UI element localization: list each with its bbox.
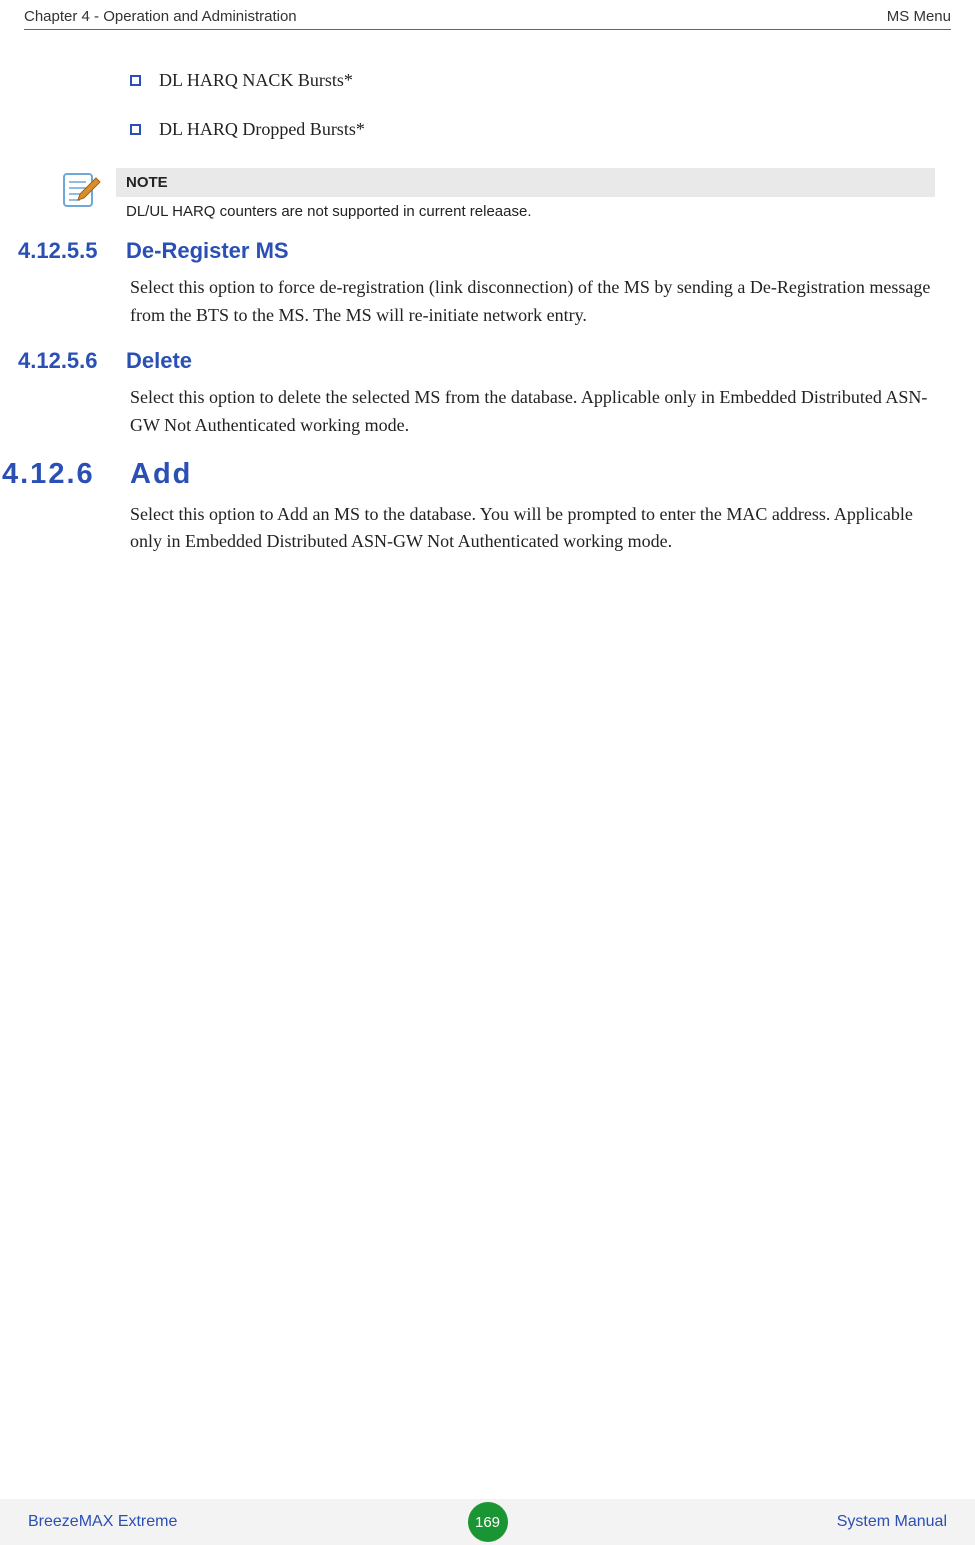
section-title: Add bbox=[130, 458, 192, 491]
bullet-square-icon bbox=[130, 124, 141, 135]
page-content: DL HARQ NACK Bursts* DL HARQ Dropped Bur… bbox=[0, 30, 975, 556]
section-heading-large: 4.12.6 Add bbox=[40, 458, 935, 491]
note-title: NOTE bbox=[116, 168, 935, 197]
note-text: NOTE DL/UL HARQ counters are not support… bbox=[116, 168, 935, 220]
page-number-badge: 169 bbox=[468, 1502, 508, 1542]
bullet-square-icon bbox=[130, 75, 141, 86]
section-title: Delete bbox=[126, 348, 192, 374]
bullet-text: DL HARQ NACK Bursts* bbox=[159, 70, 353, 91]
section-body: Select this option to force de-registrat… bbox=[130, 274, 935, 330]
section-number: 4.12.6 bbox=[2, 458, 130, 491]
bullet-text: DL HARQ Dropped Bursts* bbox=[159, 119, 365, 140]
bullet-item: DL HARQ NACK Bursts* bbox=[130, 70, 935, 91]
footer-right: System Manual bbox=[837, 1513, 947, 1531]
footer-left: BreezeMAX Extreme bbox=[28, 1513, 177, 1531]
page-footer: BreezeMAX Extreme 169 System Manual bbox=[0, 1499, 975, 1545]
note-pencil-icon bbox=[60, 168, 102, 210]
note-body: DL/UL HARQ counters are not supported in… bbox=[116, 197, 935, 220]
section-heading: 4.12.5.6 Delete bbox=[40, 348, 935, 374]
section-heading: 4.12.5.5 De-Register MS bbox=[40, 238, 935, 264]
section-body: Select this option to Add an MS to the d… bbox=[130, 501, 935, 557]
header-right: MS Menu bbox=[887, 8, 951, 25]
bullet-item: DL HARQ Dropped Bursts* bbox=[130, 119, 935, 140]
section-body: Select this option to delete the selecte… bbox=[130, 384, 935, 440]
header-left: Chapter 4 - Operation and Administration bbox=[24, 8, 297, 25]
footer-center: 169 bbox=[468, 1502, 508, 1542]
note-block: NOTE DL/UL HARQ counters are not support… bbox=[60, 168, 935, 220]
section-number: 4.12.5.5 bbox=[18, 238, 126, 264]
page-header: Chapter 4 - Operation and Administration… bbox=[0, 0, 975, 29]
section-number: 4.12.5.6 bbox=[18, 348, 126, 374]
section-title: De-Register MS bbox=[126, 238, 289, 264]
